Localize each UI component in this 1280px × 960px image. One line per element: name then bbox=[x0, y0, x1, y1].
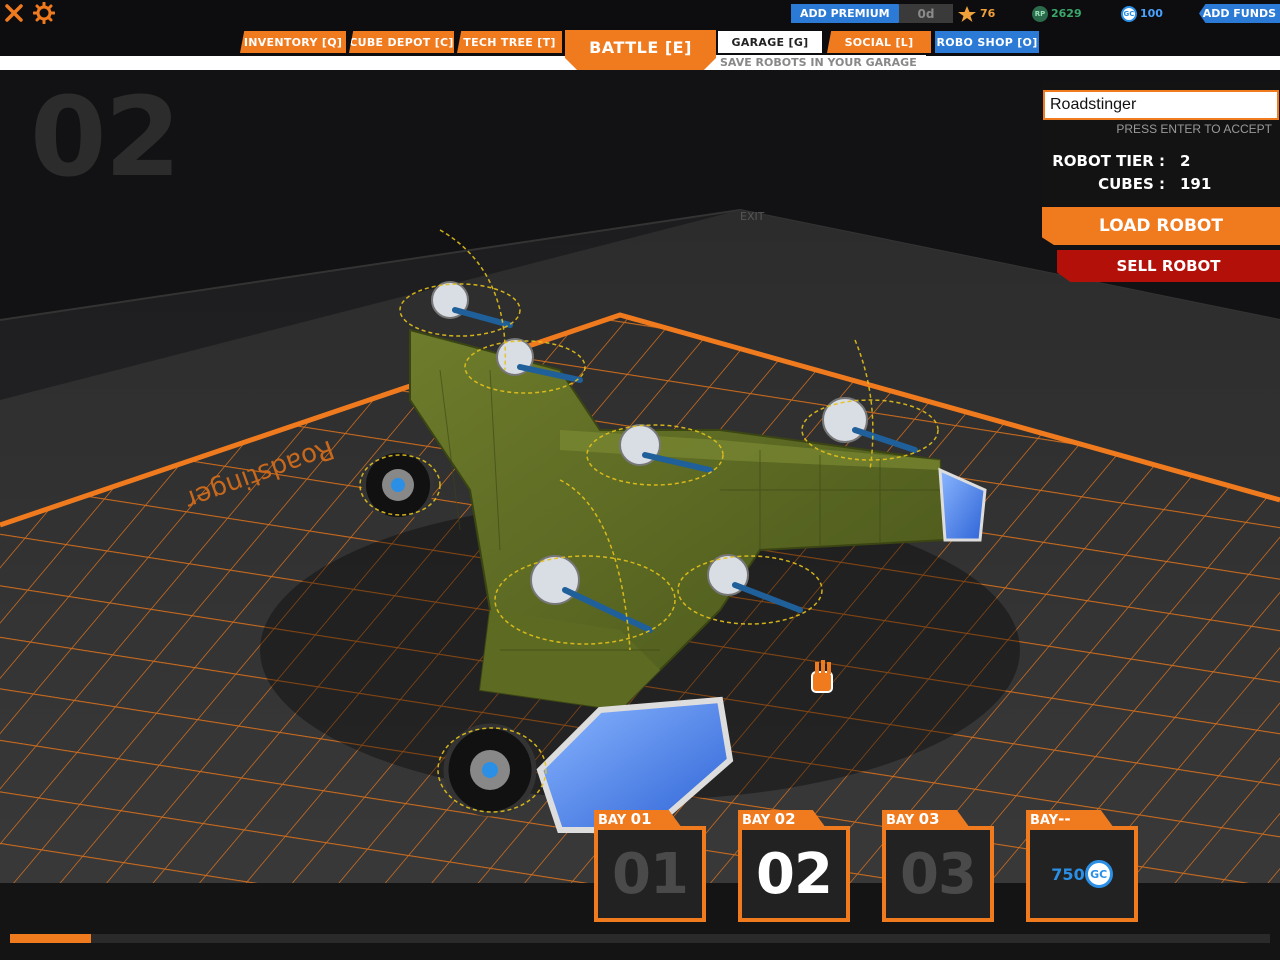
bay-big-number: 01 bbox=[612, 841, 689, 907]
wheel-rear-left bbox=[362, 449, 434, 521]
bay-price-value: 750 bbox=[1051, 864, 1085, 884]
robot-name-input[interactable] bbox=[1043, 90, 1279, 120]
tech-points-value: 76 bbox=[980, 7, 996, 20]
top-bar: ADD PREMIUM 0d 76 RP 2629 GC 100 ADD FUN… bbox=[0, 0, 1280, 26]
bay-01-button[interactable]: BAY 01 01 bbox=[594, 810, 706, 922]
tab-robo-shop[interactable]: ROBO SHOP [O] bbox=[935, 31, 1039, 53]
robot-points-value: 2629 bbox=[1051, 7, 1082, 20]
add-premium-button[interactable]: ADD PREMIUM bbox=[791, 4, 903, 23]
wheel-front-left bbox=[443, 723, 537, 817]
add-funds-button[interactable]: ADD FUNDS bbox=[1199, 4, 1280, 23]
bay-number-watermark: 02 bbox=[30, 73, 181, 201]
robot-tier-value: 2 bbox=[1180, 152, 1191, 170]
tab-tech-tree[interactable]: TECH TREE [T] bbox=[457, 31, 562, 53]
premium-days-remaining: 0d bbox=[899, 4, 953, 23]
progress-fill bbox=[10, 934, 91, 943]
exit-sign: EXIT bbox=[740, 210, 765, 223]
star-icon bbox=[958, 5, 976, 22]
bay-02-button[interactable]: BAY 02 02 bbox=[738, 810, 850, 922]
tech-points-counter: 76 bbox=[957, 4, 995, 23]
gc-icon: GC bbox=[1121, 5, 1137, 22]
load-robot-button[interactable]: LOAD ROBOT bbox=[1042, 207, 1280, 245]
tab-inventory[interactable]: INVENTORY [Q] bbox=[240, 31, 346, 53]
bay-box: 750 GC bbox=[1026, 826, 1138, 922]
bay-03-button[interactable]: BAY 03 03 bbox=[882, 810, 994, 922]
gc-value: 100 bbox=[1140, 7, 1163, 20]
grab-hand-icon bbox=[811, 660, 833, 693]
tab-social[interactable]: SOCIAL [L] bbox=[827, 31, 931, 53]
bay-price: 750 GC bbox=[1051, 860, 1113, 888]
gc-icon: GC bbox=[1084, 860, 1113, 888]
robot-info-panel: PRESS ENTER TO ACCEPT ROBOT TIER : 2 CUB… bbox=[1042, 82, 1280, 282]
garage-hint-text: SAVE ROBOTS IN YOUR GARAGE bbox=[716, 55, 926, 69]
cubes-label: CUBES : bbox=[1098, 175, 1165, 193]
bay-big-number: 02 bbox=[756, 841, 833, 907]
gear-icon[interactable] bbox=[32, 1, 57, 25]
tab-garage[interactable]: GARAGE [G] bbox=[718, 31, 822, 53]
bay-box: 02 bbox=[738, 826, 850, 922]
bay-buy-button[interactable]: BAY-- 750 GC bbox=[1026, 810, 1138, 922]
gc-counter: GC 100 bbox=[1121, 4, 1163, 23]
sell-robot-button[interactable]: SELL ROBOT bbox=[1057, 250, 1280, 282]
press-enter-hint: PRESS ENTER TO ACCEPT bbox=[1116, 122, 1272, 136]
tab-battle[interactable]: BATTLE [E] bbox=[565, 30, 716, 70]
progress-bar bbox=[10, 934, 1270, 943]
cubes-value: 191 bbox=[1180, 175, 1212, 193]
robot-points-counter: RP 2629 bbox=[1032, 4, 1082, 23]
rp-icon: RP bbox=[1032, 5, 1048, 22]
close-icon[interactable] bbox=[3, 2, 27, 24]
tab-cube-depot[interactable]: CUBE DEPOT [C] bbox=[349, 31, 454, 53]
robot-tier-label: ROBOT TIER : bbox=[1052, 152, 1165, 170]
bay-box: 03 bbox=[882, 826, 994, 922]
bay-box: 01 bbox=[594, 826, 706, 922]
bay-big-number: 03 bbox=[900, 841, 977, 907]
